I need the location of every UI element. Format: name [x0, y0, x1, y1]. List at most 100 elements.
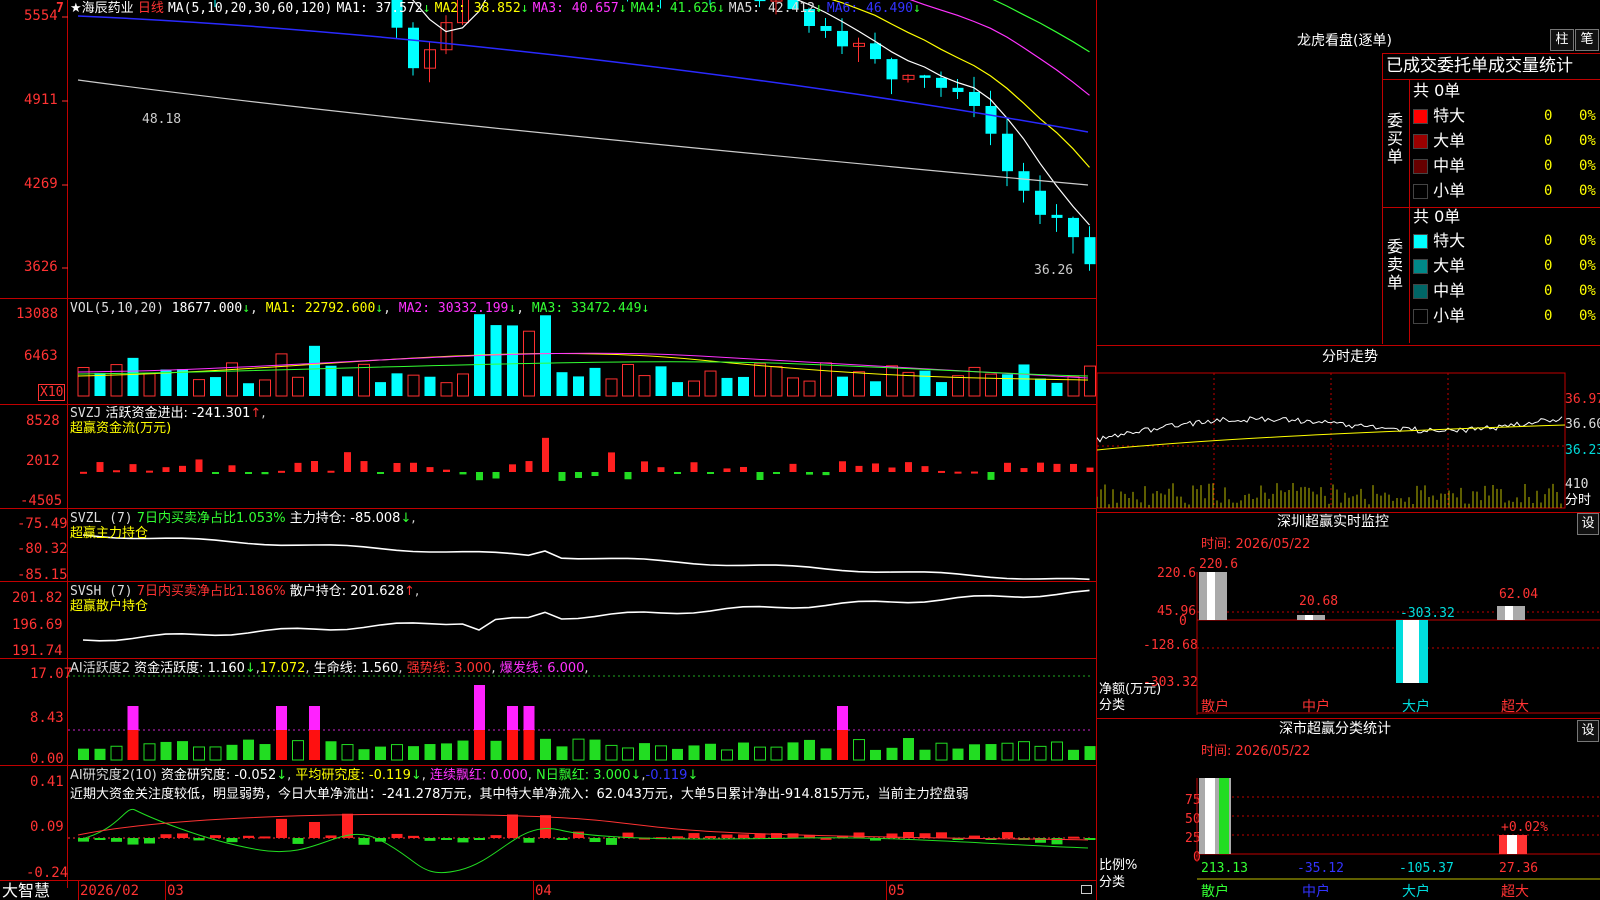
activity-bar	[342, 745, 353, 760]
research-bar	[425, 838, 436, 841]
activity-bar	[95, 749, 106, 760]
research-bar	[689, 833, 700, 838]
volume-bar	[491, 325, 502, 396]
ma6-label: MA6: 46.490↓	[827, 1, 921, 16]
ma5-line	[78, 80, 1088, 185]
lock-icon[interactable]	[1081, 885, 1092, 894]
volume-bar	[326, 366, 337, 396]
fund-flow-bar	[1037, 463, 1044, 472]
ma3-label: MA3: 40.657↓	[533, 1, 627, 16]
research-bar	[1068, 837, 1079, 839]
research-bar	[458, 838, 469, 842]
ai-active-y-tick-2: 8.43	[30, 711, 64, 726]
monitor-bar-super-shine	[1505, 606, 1513, 620]
activity-bar	[144, 744, 155, 760]
activity-bar	[986, 744, 997, 760]
volume-bar	[441, 383, 452, 396]
activity-bar	[870, 750, 881, 760]
svzl-y-tick-2: -80.32	[17, 542, 68, 557]
svsh-y-tick-3: 191.74	[12, 644, 63, 659]
candle-body-down	[969, 92, 980, 106]
stats2-value-label: 213.13	[1201, 861, 1248, 876]
research-bar	[128, 838, 139, 845]
activity-bar	[639, 743, 650, 760]
fund-flow-bar	[559, 472, 566, 481]
volume-bar	[854, 372, 865, 396]
candle-body-down	[1052, 215, 1063, 218]
vol-ma2	[78, 353, 1088, 378]
stats2-value-label: -35.12	[1297, 861, 1344, 876]
volume-bar	[755, 364, 766, 396]
activity-bar	[557, 746, 568, 760]
stats2-category-label: 超大	[1501, 884, 1529, 900]
monitor-value-label: 20.68	[1299, 594, 1338, 609]
activity-bar	[969, 744, 980, 760]
fund-flow-bar	[328, 471, 335, 473]
activity-bar	[111, 746, 122, 760]
chart-canvas[interactable]	[0, 0, 1097, 900]
activity-bar	[837, 706, 848, 730]
fund-flow-bar	[641, 461, 648, 472]
research-bar	[1002, 832, 1013, 838]
activity-bar	[177, 741, 188, 760]
fund-flow-bar	[460, 472, 467, 474]
activity-bar	[524, 730, 535, 760]
svzl-y-tick-1: -75.49	[17, 517, 68, 532]
volume-bar	[656, 366, 667, 396]
activity-bar	[408, 746, 419, 760]
research-bar	[540, 815, 551, 838]
ai-active-header: AI活跃度2 资金活跃度: 1.160↓,17.072, 生命线: 1.560,…	[70, 661, 589, 676]
fund-flow-bar	[575, 472, 582, 478]
kline-area[interactable]: ★海辰药业 日线 MA(5,10,20,30,60,120) MA1: 37.5…	[0, 0, 1097, 900]
activity-bar	[1019, 742, 1030, 760]
volume-bar	[1002, 374, 1013, 396]
candle-body-down	[1068, 218, 1079, 237]
activity-bar	[276, 706, 287, 730]
volume-bar	[557, 372, 568, 396]
research-bar	[969, 836, 980, 838]
ai-research-y-tick-3: -0.24	[26, 866, 68, 881]
activity-bar	[722, 750, 733, 760]
activity-bar	[359, 749, 370, 760]
ma-line	[83, 0, 1090, 225]
stats2-bar-retail-green	[1219, 778, 1229, 854]
main-chart-header: ★海辰药业 日线 MA(5,10,20,30,60,120) MA1: 37.5…	[70, 1, 921, 16]
ai-research-y-tick-1: 0.41	[30, 775, 64, 790]
activity-bar	[755, 747, 766, 760]
star-icon[interactable]: ★	[70, 1, 82, 16]
stats2-value-label: -105.37	[1399, 861, 1454, 876]
period-label[interactable]: 日线	[138, 1, 164, 16]
volume-bar	[458, 374, 469, 396]
monitor-bar-retail-shine	[1207, 572, 1215, 620]
vol-unit-label[interactable]: X10	[38, 384, 65, 401]
activity-bar	[309, 730, 320, 760]
activity-bar	[458, 741, 469, 760]
activity-bar	[1052, 742, 1063, 760]
monitor-category-label: 大户	[1402, 698, 1430, 715]
brand-logo[interactable]: 大智慧	[2, 882, 50, 900]
research-bar	[524, 838, 535, 843]
monitor-value-label: 62.04	[1499, 587, 1538, 602]
fund-flow-bar	[592, 472, 599, 476]
volume-bar	[1085, 366, 1096, 396]
research-bar	[392, 834, 403, 838]
fund-flow-bar	[212, 472, 219, 474]
volume-bar	[722, 378, 733, 396]
fund-flow-bar	[394, 463, 401, 472]
fund-flow-bar	[691, 462, 698, 472]
activity-bar	[606, 745, 617, 760]
research-bar	[672, 836, 683, 838]
fund-flow-bar	[377, 472, 384, 474]
stock-name: 海辰药业	[82, 1, 134, 16]
fund-flow-bar	[130, 464, 137, 472]
stats2-bar-super-shine	[1507, 835, 1517, 854]
svzj-y-tick-3: -4505	[20, 494, 62, 509]
volume-bar	[573, 376, 584, 396]
candle-body-down	[1035, 191, 1046, 215]
fund-flow-bar	[889, 468, 896, 472]
date-label-apr: 04	[535, 884, 552, 899]
monitor-bar-large-shine	[1403, 620, 1419, 683]
vol-header: VOL(5,10,20) 18677.000↓, MA1: 22792.600↓…	[70, 301, 649, 316]
stats2-category-label: 中户	[1302, 883, 1330, 900]
stats2-category-label: 大户	[1402, 883, 1430, 900]
